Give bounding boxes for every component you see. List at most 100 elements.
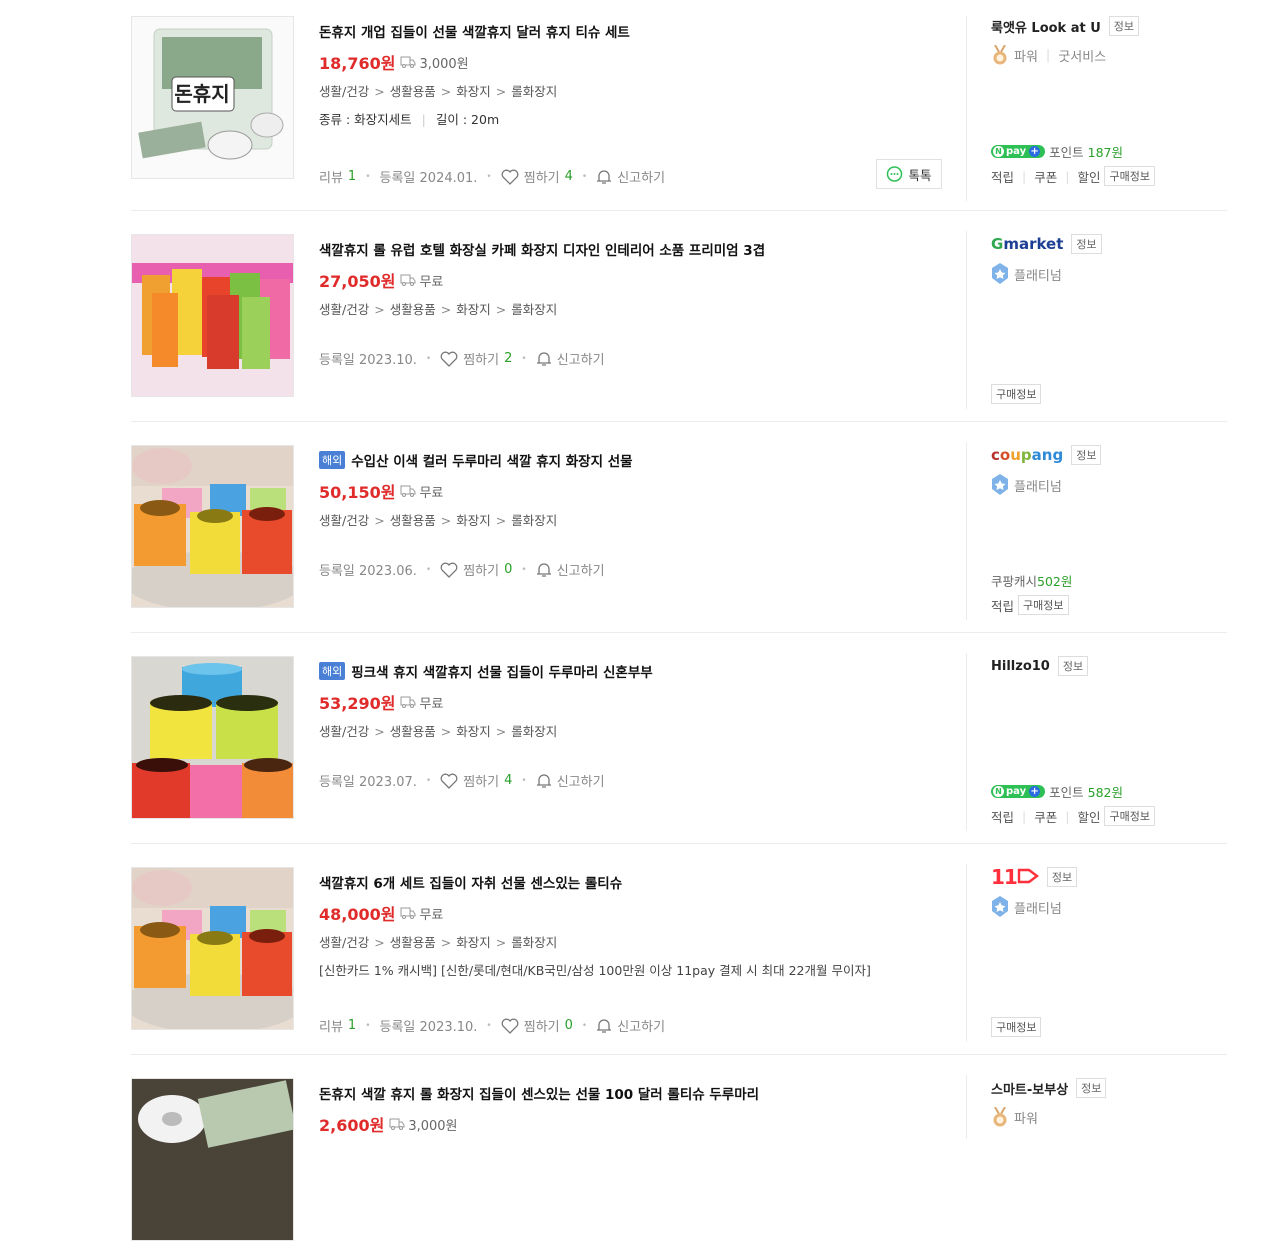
product-item: 색깔휴지 롤 유럽 호텔 화장실 카페 화장지 디자인 인테리어 소품 프리미엄…: [131, 211, 1227, 422]
benefit-item[interactable]: 쿠폰: [1034, 807, 1057, 826]
product-thumbnail[interactable]: [131, 867, 294, 1030]
category-item[interactable]: 롤화장지: [511, 513, 557, 528]
seller-name[interactable]: 룩앳유 Look at U: [991, 17, 1101, 36]
benefit-item[interactable]: 쿠폰: [1034, 167, 1057, 186]
report-link[interactable]: 신고하기: [557, 349, 605, 368]
product-price[interactable]: 50,150원: [319, 479, 395, 503]
category-item[interactable]: 화장지: [456, 513, 491, 528]
wish-label[interactable]: 찜하기: [463, 771, 499, 790]
buy-info-button[interactable]: 구매정보: [991, 1017, 1042, 1037]
report-link[interactable]: 신고하기: [557, 771, 605, 790]
category-item[interactable]: 화장지: [456, 302, 491, 317]
product-thumbnail[interactable]: 돈휴지: [131, 16, 294, 179]
seller-info-tag[interactable]: 정보: [1071, 445, 1102, 465]
benefit-item[interactable]: 적립: [991, 807, 1014, 826]
review-label[interactable]: 리뷰: [319, 1016, 343, 1035]
benefit-item[interactable]: 적립: [991, 167, 1014, 186]
seller-info-tag[interactable]: 정보: [1076, 1078, 1107, 1098]
seller-name[interactable]: 스마트-보부상: [991, 1079, 1068, 1098]
product-price[interactable]: 48,000원: [319, 901, 395, 925]
product-title[interactable]: 돈휴지 개업 집들이 선물 색깔휴지 달러 휴지 티슈 세트: [319, 21, 630, 41]
column-divider: [966, 231, 967, 409]
category-item[interactable]: 화장지: [456, 724, 491, 739]
category-item[interactable]: 생활/건강: [319, 513, 369, 528]
seller-name[interactable]: coupang: [991, 446, 1063, 464]
category-item[interactable]: 생활/건강: [319, 935, 369, 950]
bell-icon[interactable]: [596, 1018, 612, 1034]
category-item[interactable]: 롤화장지: [511, 935, 557, 950]
report-link[interactable]: 신고하기: [617, 167, 665, 186]
category-item[interactable]: 화장지: [456, 84, 491, 99]
wish-label[interactable]: 찜하기: [463, 560, 499, 579]
heart-icon[interactable]: [501, 169, 519, 185]
product-title[interactable]: 핑크색 휴지 색깔휴지 선물 집들이 두루마리 신혼부부: [351, 661, 652, 681]
seller-name[interactable]: Gmarket: [991, 235, 1063, 253]
category-item[interactable]: 화장지: [456, 935, 491, 950]
product-price[interactable]: 18,760원: [319, 50, 395, 74]
product-thumbnail[interactable]: [131, 234, 294, 397]
wish-label[interactable]: 찜하기: [463, 349, 499, 368]
buy-info-button[interactable]: 구매정보: [1104, 806, 1155, 826]
wish-label[interactable]: 찜하기: [524, 1016, 560, 1035]
benefits-row: 적립 구매정보: [991, 595, 1069, 615]
column-divider: [966, 442, 967, 620]
wish-label[interactable]: 찜하기: [524, 167, 560, 186]
seller-info-tag[interactable]: 정보: [1071, 234, 1102, 254]
category-item[interactable]: 롤화장지: [511, 84, 557, 99]
seller-info-tag[interactable]: 정보: [1057, 656, 1089, 676]
product-price[interactable]: 27,050원: [319, 268, 395, 292]
buy-info-button[interactable]: 구매정보: [1104, 166, 1155, 186]
heart-icon[interactable]: [440, 562, 458, 578]
category-item[interactable]: 롤화장지: [511, 302, 557, 317]
buy-info-button[interactable]: 구매정보: [1018, 595, 1069, 615]
category-item[interactable]: 생활용품: [390, 513, 436, 528]
benefit-item[interactable]: 할인: [1077, 167, 1100, 186]
seller-info-tag[interactable]: 정보: [1046, 867, 1078, 887]
seller-name[interactable]: 11: [991, 865, 1039, 889]
report-link[interactable]: 신고하기: [617, 1016, 665, 1035]
benefit-item[interactable]: 적립: [991, 596, 1014, 615]
column-divider: [966, 16, 967, 201]
product-thumbnail[interactable]: [131, 445, 294, 608]
product-price[interactable]: 53,290원: [319, 690, 395, 714]
review-label[interactable]: 리뷰: [319, 167, 343, 186]
heart-icon[interactable]: [501, 1018, 519, 1034]
product-thumbnail[interactable]: [131, 1078, 294, 1241]
bell-icon[interactable]: [536, 773, 552, 789]
report-link[interactable]: 신고하기: [557, 560, 605, 579]
benefits-row: 구매정보: [991, 384, 1042, 404]
product-title[interactable]: 수입산 이색 컬러 두루마리 색깔 휴지 화장지 선물: [351, 450, 632, 470]
category-item[interactable]: 생활용품: [390, 935, 436, 950]
bell-icon[interactable]: [536, 351, 552, 367]
category-item[interactable]: 롤화장지: [511, 724, 557, 739]
talk-button[interactable]: 톡톡: [876, 159, 942, 189]
bell-icon[interactable]: [536, 562, 552, 578]
category-item[interactable]: 생활/건강: [319, 302, 369, 317]
bell-icon[interactable]: [596, 169, 612, 185]
promo-text[interactable]: [신한카드 1% 캐시백] [신한/롯데/현대/KB국민/삼성 100만원 이상…: [319, 961, 959, 981]
category-item[interactable]: 생활용품: [390, 724, 436, 739]
heart-icon[interactable]: [440, 773, 458, 789]
seller-name[interactable]: Hillzo10: [991, 659, 1050, 674]
category-item[interactable]: 생활/건강: [319, 724, 369, 739]
overseas-badge: 해외: [319, 451, 346, 469]
category-item[interactable]: 생활용품: [390, 84, 436, 99]
seller-info-tag[interactable]: 정보: [1108, 16, 1140, 36]
product-price[interactable]: 2,600원: [319, 1112, 384, 1136]
product-thumbnail[interactable]: [131, 656, 294, 819]
product-item: 돈휴지 색깔 휴지 롤 화장지 집들이 센스있는 선물 100 달러 롤티슈 두…: [131, 1055, 1227, 1241]
seller-panel: 스마트-보부상 정보 파워: [991, 1076, 1227, 1136]
product-title[interactable]: 돈휴지 색깔 휴지 롤 화장지 집들이 센스있는 선물 100 달러 롤티슈 두…: [319, 1083, 759, 1103]
product-title[interactable]: 색깔휴지 롤 유럽 호텔 화장실 카페 화장지 디자인 인테리어 소품 프리미엄…: [319, 239, 765, 259]
review-count[interactable]: 1: [348, 1018, 356, 1033]
product-item: 해외 수입산 이색 컬러 두루마리 색깔 휴지 화장지 선물 50,150원 무…: [131, 422, 1227, 633]
heart-icon[interactable]: [440, 351, 458, 367]
buy-info-button[interactable]: 구매정보: [991, 384, 1042, 404]
product-meta: 리뷰 1 • 등록일 2023.10. • 찜하기 0 • 신고하기: [319, 1016, 666, 1035]
category-item[interactable]: 생활/건강: [319, 84, 369, 99]
product-list: 돈휴지 돈휴지 개업 집들이 선물 색깔휴지 달러 휴지 티슈 세트 18,76…: [131, 0, 1227, 1241]
review-count[interactable]: 1: [348, 169, 356, 184]
product-title[interactable]: 색깔휴지 6개 세트 집들이 자취 선물 센스있는 롤티슈: [319, 872, 622, 892]
category-item[interactable]: 생활용품: [390, 302, 436, 317]
benefit-item[interactable]: 할인: [1077, 807, 1100, 826]
